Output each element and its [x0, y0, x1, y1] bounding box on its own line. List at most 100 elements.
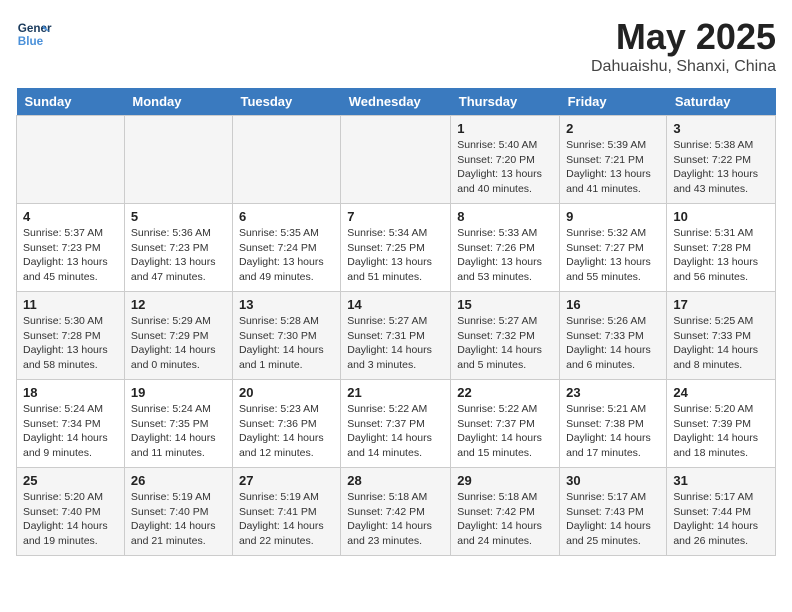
col-saturday: Saturday [667, 88, 776, 116]
day-cell: 3 Sunrise: 5:38 AMSunset: 7:22 PMDaylight… [667, 116, 776, 204]
day-cell: 19 Sunrise: 5:24 AMSunset: 7:35 PMDayligh… [124, 380, 232, 468]
header-area: General Blue General Blue May 2025 Dahua… [16, 16, 776, 76]
day-info: Sunrise: 5:36 AMSunset: 7:23 PMDaylight:… [131, 226, 226, 285]
day-number: 23 [566, 385, 660, 400]
day-info: Sunrise: 5:19 AMSunset: 7:40 PMDaylight:… [131, 490, 226, 549]
day-number: 25 [23, 473, 118, 488]
svg-text:General: General [18, 22, 52, 35]
day-cell: 11 Sunrise: 5:30 AMSunset: 7:28 PMDayligh… [17, 292, 125, 380]
day-number: 2 [566, 121, 660, 136]
day-cell: 2 Sunrise: 5:39 AMSunset: 7:21 PMDaylight… [560, 116, 667, 204]
day-number: 27 [239, 473, 334, 488]
day-number: 9 [566, 209, 660, 224]
day-cell: 13 Sunrise: 5:28 AMSunset: 7:30 PMDayligh… [232, 292, 340, 380]
day-number: 17 [673, 297, 769, 312]
day-number: 15 [457, 297, 553, 312]
day-number: 22 [457, 385, 553, 400]
day-cell: 9 Sunrise: 5:32 AMSunset: 7:27 PMDaylight… [560, 204, 667, 292]
day-cell: 23Sunrise: 5:21 AMSunset: 7:38 PMDayligh… [560, 380, 667, 468]
day-number: 30 [566, 473, 660, 488]
day-number: 31 [673, 473, 769, 488]
day-info: Sunrise: 5:27 AMSunset: 7:32 PMDaylight:… [457, 314, 553, 373]
svg-text:Blue: Blue [18, 35, 44, 48]
day-number: 19 [131, 385, 226, 400]
day-info: Sunrise: 5:26 AMSunset: 7:33 PMDaylight:… [566, 314, 660, 373]
main-title: May 2025 [591, 16, 776, 58]
day-info: Sunrise: 5:19 AMSunset: 7:41 PMDaylight:… [239, 490, 334, 549]
day-info: Sunrise: 5:40 AMSunset: 7:20 PMDaylight:… [457, 138, 553, 197]
day-cell [124, 116, 232, 204]
title-area: May 2025 Dahuaishu, Shanxi, China [591, 16, 776, 76]
day-cell [341, 116, 451, 204]
day-cell: 22 Sunrise: 5:22 AMSunset: 7:37 PMDayligh… [451, 380, 560, 468]
day-info: Sunrise: 5:23 AMSunset: 7:36 PMDaylight:… [239, 402, 334, 461]
day-info: Sunrise: 5:32 AMSunset: 7:27 PMDaylight:… [566, 226, 660, 285]
col-tuesday: Tuesday [232, 88, 340, 116]
day-number: 14 [347, 297, 444, 312]
day-number: 16 [566, 297, 660, 312]
day-number: 29 [457, 473, 553, 488]
logo: General Blue General Blue [16, 16, 52, 52]
day-info: Sunrise: 5:34 AMSunset: 7:25 PMDaylight:… [347, 226, 444, 285]
day-cell: 4 Sunrise: 5:37 AMSunset: 7:23 PMDaylight… [17, 204, 125, 292]
week-row-4: 18 Sunrise: 5:24 AMSunset: 7:34 PMDayligh… [17, 380, 776, 468]
day-cell: 31Sunrise: 5:17 AMSunset: 7:44 PMDayligh… [667, 468, 776, 556]
day-cell: 27 Sunrise: 5:19 AMSunset: 7:41 PMDayligh… [232, 468, 340, 556]
day-info: Sunrise: 5:33 AMSunset: 7:26 PMDaylight:… [457, 226, 553, 285]
day-number: 21 [347, 385, 444, 400]
day-info: Sunrise: 5:20 AMSunset: 7:39 PMDaylight:… [673, 402, 769, 461]
col-wednesday: Wednesday [341, 88, 451, 116]
day-number: 7 [347, 209, 444, 224]
day-cell: 7 Sunrise: 5:34 AMSunset: 7:25 PMDaylight… [341, 204, 451, 292]
day-info: Sunrise: 5:20 AMSunset: 7:40 PMDaylight:… [23, 490, 118, 549]
day-info: Sunrise: 5:22 AMSunset: 7:37 PMDaylight:… [347, 402, 444, 461]
day-info: Sunrise: 5:18 AMSunset: 7:42 PMDaylight:… [347, 490, 444, 549]
day-cell: 21 Sunrise: 5:22 AMSunset: 7:37 PMDayligh… [341, 380, 451, 468]
day-cell: 8 Sunrise: 5:33 AMSunset: 7:26 PMDaylight… [451, 204, 560, 292]
day-number: 4 [23, 209, 118, 224]
day-cell: 1 Sunrise: 5:40 AMSunset: 7:20 PMDaylight… [451, 116, 560, 204]
day-number: 13 [239, 297, 334, 312]
week-row-2: 4 Sunrise: 5:37 AMSunset: 7:23 PMDaylight… [17, 204, 776, 292]
day-number: 1 [457, 121, 553, 136]
day-number: 3 [673, 121, 769, 136]
day-cell: 10Sunrise: 5:31 AMSunset: 7:28 PMDayligh… [667, 204, 776, 292]
day-cell [232, 116, 340, 204]
day-number: 11 [23, 297, 118, 312]
day-number: 24 [673, 385, 769, 400]
day-info: Sunrise: 5:25 AMSunset: 7:33 PMDaylight:… [673, 314, 769, 373]
day-cell: 18 Sunrise: 5:24 AMSunset: 7:34 PMDayligh… [17, 380, 125, 468]
day-cell: 30 Sunrise: 5:17 AMSunset: 7:43 PMDayligh… [560, 468, 667, 556]
day-info: Sunrise: 5:24 AMSunset: 7:34 PMDaylight:… [23, 402, 118, 461]
day-number: 12 [131, 297, 226, 312]
day-info: Sunrise: 5:22 AMSunset: 7:37 PMDaylight:… [457, 402, 553, 461]
day-info: Sunrise: 5:24 AMSunset: 7:35 PMDaylight:… [131, 402, 226, 461]
day-info: Sunrise: 5:30 AMSunset: 7:28 PMDaylight:… [23, 314, 118, 373]
day-info: Sunrise: 5:27 AMSunset: 7:31 PMDaylight:… [347, 314, 444, 373]
week-row-3: 11 Sunrise: 5:30 AMSunset: 7:28 PMDayligh… [17, 292, 776, 380]
col-sunday: Sunday [17, 88, 125, 116]
day-number: 28 [347, 473, 444, 488]
logo-icon: General Blue [16, 16, 52, 52]
day-cell: 15 Sunrise: 5:27 AMSunset: 7:32 PMDayligh… [451, 292, 560, 380]
day-info: Sunrise: 5:17 AMSunset: 7:43 PMDaylight:… [566, 490, 660, 549]
day-cell: 17 Sunrise: 5:25 AMSunset: 7:33 PMDayligh… [667, 292, 776, 380]
col-friday: Friday [560, 88, 667, 116]
header-row: Sunday Monday Tuesday Wednesday Thursday… [17, 88, 776, 116]
day-cell: 16 Sunrise: 5:26 AMSunset: 7:33 PMDayligh… [560, 292, 667, 380]
day-cell: 6Sunrise: 5:35 AMSunset: 7:24 PMDaylight… [232, 204, 340, 292]
day-info: Sunrise: 5:37 AMSunset: 7:23 PMDaylight:… [23, 226, 118, 285]
day-info: Sunrise: 5:31 AMSunset: 7:28 PMDaylight:… [673, 226, 769, 285]
day-info: Sunrise: 5:35 AMSunset: 7:24 PMDaylight:… [239, 226, 334, 285]
week-row-1: 1 Sunrise: 5:40 AMSunset: 7:20 PMDaylight… [17, 116, 776, 204]
day-info: Sunrise: 5:39 AMSunset: 7:21 PMDaylight:… [566, 138, 660, 197]
day-info: Sunrise: 5:28 AMSunset: 7:30 PMDaylight:… [239, 314, 334, 373]
day-cell: 12Sunrise: 5:29 AMSunset: 7:29 PMDayligh… [124, 292, 232, 380]
subtitle: Dahuaishu, Shanxi, China [591, 58, 776, 76]
day-number: 8 [457, 209, 553, 224]
day-cell: 25 Sunrise: 5:20 AMSunset: 7:40 PMDayligh… [17, 468, 125, 556]
day-cell: 14 Sunrise: 5:27 AMSunset: 7:31 PMDayligh… [341, 292, 451, 380]
week-row-5: 25 Sunrise: 5:20 AMSunset: 7:40 PMDayligh… [17, 468, 776, 556]
day-info: Sunrise: 5:38 AMSunset: 7:22 PMDaylight:… [673, 138, 769, 197]
day-number: 18 [23, 385, 118, 400]
